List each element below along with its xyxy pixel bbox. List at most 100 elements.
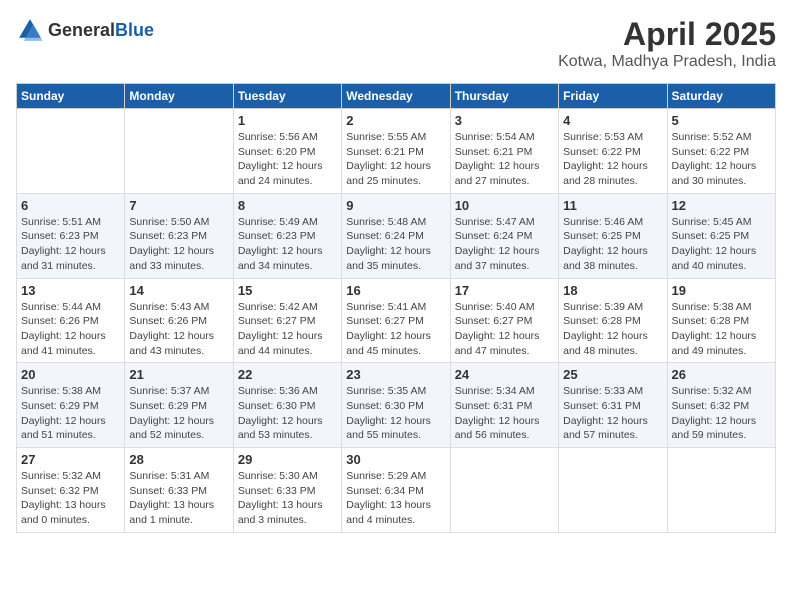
day-number: 13	[21, 283, 120, 298]
day-number: 20	[21, 367, 120, 382]
calendar-cell: 3 Sunrise: 5:54 AM Sunset: 6:21 PM Daylig…	[450, 109, 558, 194]
day-info: Sunrise: 5:45 AM Sunset: 6:25 PM Dayligh…	[672, 215, 771, 274]
calendar-cell: 23 Sunrise: 5:35 AM Sunset: 6:30 PM Dayli…	[342, 363, 450, 448]
calendar-cell: 25Sunrise: 5:33 AM Sunset: 6:31 PM Dayli…	[559, 363, 667, 448]
weekday-header-sunday: Sunday	[17, 84, 125, 109]
weekday-header-wednesday: Wednesday	[342, 84, 450, 109]
calendar-cell: 9 Sunrise: 5:48 AM Sunset: 6:24 PM Daylig…	[342, 193, 450, 278]
day-number: 3	[455, 113, 554, 128]
day-number: 30	[346, 452, 445, 467]
calendar-cell: 15 Sunrise: 5:42 AM Sunset: 6:27 PM Dayli…	[233, 278, 341, 363]
logo-text-general: General	[48, 20, 115, 40]
day-info: Sunrise: 5:47 AM Sunset: 6:24 PM Dayligh…	[455, 215, 554, 274]
day-number: 4	[563, 113, 662, 128]
day-number: 24	[455, 367, 554, 382]
calendar-cell: 7 Sunrise: 5:50 AM Sunset: 6:23 PM Daylig…	[125, 193, 233, 278]
calendar-cell: 27 Sunrise: 5:32 AM Sunset: 6:32 PM Dayli…	[17, 448, 125, 533]
day-number: 2	[346, 113, 445, 128]
day-info: Sunrise: 5:52 AM Sunset: 6:22 PM Dayligh…	[672, 130, 771, 189]
calendar-week-3: 13 Sunrise: 5:44 AM Sunset: 6:26 PM Dayli…	[17, 278, 776, 363]
calendar-cell: 14Sunrise: 5:43 AM Sunset: 6:26 PM Dayli…	[125, 278, 233, 363]
calendar-cell: 30 Sunrise: 5:29 AM Sunset: 6:34 PM Dayli…	[342, 448, 450, 533]
calendar-cell	[667, 448, 775, 533]
day-info: Sunrise: 5:36 AM Sunset: 6:30 PM Dayligh…	[238, 384, 337, 443]
calendar-cell: 26 Sunrise: 5:32 AM Sunset: 6:32 PM Dayli…	[667, 363, 775, 448]
calendar-cell: 5Sunrise: 5:52 AM Sunset: 6:22 PM Daylig…	[667, 109, 775, 194]
calendar-cell: 20 Sunrise: 5:38 AM Sunset: 6:29 PM Dayli…	[17, 363, 125, 448]
calendar-cell	[17, 109, 125, 194]
calendar-week-5: 27 Sunrise: 5:32 AM Sunset: 6:32 PM Dayli…	[17, 448, 776, 533]
calendar-header-row: SundayMondayTuesdayWednesdayThursdayFrid…	[17, 84, 776, 109]
day-number: 1	[238, 113, 337, 128]
calendar-week-4: 20 Sunrise: 5:38 AM Sunset: 6:29 PM Dayli…	[17, 363, 776, 448]
day-info: Sunrise: 5:55 AM Sunset: 6:21 PM Dayligh…	[346, 130, 445, 189]
calendar-cell: 17Sunrise: 5:40 AM Sunset: 6:27 PM Dayli…	[450, 278, 558, 363]
day-number: 7	[129, 198, 228, 213]
day-number: 8	[238, 198, 337, 213]
calendar-cell: 8 Sunrise: 5:49 AM Sunset: 6:23 PM Daylig…	[233, 193, 341, 278]
day-info: Sunrise: 5:44 AM Sunset: 6:26 PM Dayligh…	[21, 300, 120, 359]
calendar-cell: 22 Sunrise: 5:36 AM Sunset: 6:30 PM Dayli…	[233, 363, 341, 448]
day-number: 25	[563, 367, 662, 382]
day-info: Sunrise: 5:38 AM Sunset: 6:29 PM Dayligh…	[21, 384, 120, 443]
page-header: GeneralBlue April 2025 Kotwa, Madhya Pra…	[16, 16, 776, 71]
day-number: 14	[129, 283, 228, 298]
month-title: April 2025	[558, 16, 776, 53]
day-info: Sunrise: 5:54 AM Sunset: 6:21 PM Dayligh…	[455, 130, 554, 189]
weekday-header-saturday: Saturday	[667, 84, 775, 109]
day-number: 27	[21, 452, 120, 467]
calendar-cell: 18 Sunrise: 5:39 AM Sunset: 6:28 PM Dayli…	[559, 278, 667, 363]
day-number: 19	[672, 283, 771, 298]
day-info: Sunrise: 5:48 AM Sunset: 6:24 PM Dayligh…	[346, 215, 445, 274]
title-block: April 2025 Kotwa, Madhya Pradesh, India	[558, 16, 776, 71]
day-info: Sunrise: 5:49 AM Sunset: 6:23 PM Dayligh…	[238, 215, 337, 274]
day-number: 16	[346, 283, 445, 298]
weekday-header-monday: Monday	[125, 84, 233, 109]
calendar-cell: 21 Sunrise: 5:37 AM Sunset: 6:29 PM Dayli…	[125, 363, 233, 448]
day-info: Sunrise: 5:50 AM Sunset: 6:23 PM Dayligh…	[129, 215, 228, 274]
weekday-header-tuesday: Tuesday	[233, 84, 341, 109]
calendar-cell: 19Sunrise: 5:38 AM Sunset: 6:28 PM Dayli…	[667, 278, 775, 363]
calendar-cell: 10 Sunrise: 5:47 AM Sunset: 6:24 PM Dayli…	[450, 193, 558, 278]
day-info: Sunrise: 5:39 AM Sunset: 6:28 PM Dayligh…	[563, 300, 662, 359]
calendar-cell: 16 Sunrise: 5:41 AM Sunset: 6:27 PM Dayli…	[342, 278, 450, 363]
calendar-cell: 4Sunrise: 5:53 AM Sunset: 6:22 PM Daylig…	[559, 109, 667, 194]
day-info: Sunrise: 5:35 AM Sunset: 6:30 PM Dayligh…	[346, 384, 445, 443]
calendar-cell: 1Sunrise: 5:56 AM Sunset: 6:20 PM Daylig…	[233, 109, 341, 194]
day-number: 23	[346, 367, 445, 382]
day-number: 26	[672, 367, 771, 382]
calendar-cell: 13 Sunrise: 5:44 AM Sunset: 6:26 PM Dayli…	[17, 278, 125, 363]
day-number: 12	[672, 198, 771, 213]
day-info: Sunrise: 5:41 AM Sunset: 6:27 PM Dayligh…	[346, 300, 445, 359]
calendar-week-1: 1Sunrise: 5:56 AM Sunset: 6:20 PM Daylig…	[17, 109, 776, 194]
day-number: 18	[563, 283, 662, 298]
calendar-cell: 11 Sunrise: 5:46 AM Sunset: 6:25 PM Dayli…	[559, 193, 667, 278]
logo-icon	[16, 16, 44, 44]
day-info: Sunrise: 5:46 AM Sunset: 6:25 PM Dayligh…	[563, 215, 662, 274]
day-info: Sunrise: 5:29 AM Sunset: 6:34 PM Dayligh…	[346, 469, 445, 528]
day-info: Sunrise: 5:32 AM Sunset: 6:32 PM Dayligh…	[21, 469, 120, 528]
calendar-cell	[450, 448, 558, 533]
day-info: Sunrise: 5:31 AM Sunset: 6:33 PM Dayligh…	[129, 469, 228, 528]
logo: GeneralBlue	[16, 16, 154, 44]
day-info: Sunrise: 5:34 AM Sunset: 6:31 PM Dayligh…	[455, 384, 554, 443]
day-number: 9	[346, 198, 445, 213]
day-number: 10	[455, 198, 554, 213]
day-number: 11	[563, 198, 662, 213]
day-number: 22	[238, 367, 337, 382]
day-number: 21	[129, 367, 228, 382]
day-info: Sunrise: 5:37 AM Sunset: 6:29 PM Dayligh…	[129, 384, 228, 443]
day-info: Sunrise: 5:32 AM Sunset: 6:32 PM Dayligh…	[672, 384, 771, 443]
weekday-header-friday: Friday	[559, 84, 667, 109]
calendar-cell	[559, 448, 667, 533]
calendar-week-2: 6Sunrise: 5:51 AM Sunset: 6:23 PM Daylig…	[17, 193, 776, 278]
weekday-header-thursday: Thursday	[450, 84, 558, 109]
day-info: Sunrise: 5:30 AM Sunset: 6:33 PM Dayligh…	[238, 469, 337, 528]
day-info: Sunrise: 5:51 AM Sunset: 6:23 PM Dayligh…	[21, 215, 120, 274]
calendar-cell	[125, 109, 233, 194]
calendar-cell: 12 Sunrise: 5:45 AM Sunset: 6:25 PM Dayli…	[667, 193, 775, 278]
day-info: Sunrise: 5:42 AM Sunset: 6:27 PM Dayligh…	[238, 300, 337, 359]
day-number: 28	[129, 452, 228, 467]
day-number: 15	[238, 283, 337, 298]
calendar-cell: 24 Sunrise: 5:34 AM Sunset: 6:31 PM Dayli…	[450, 363, 558, 448]
